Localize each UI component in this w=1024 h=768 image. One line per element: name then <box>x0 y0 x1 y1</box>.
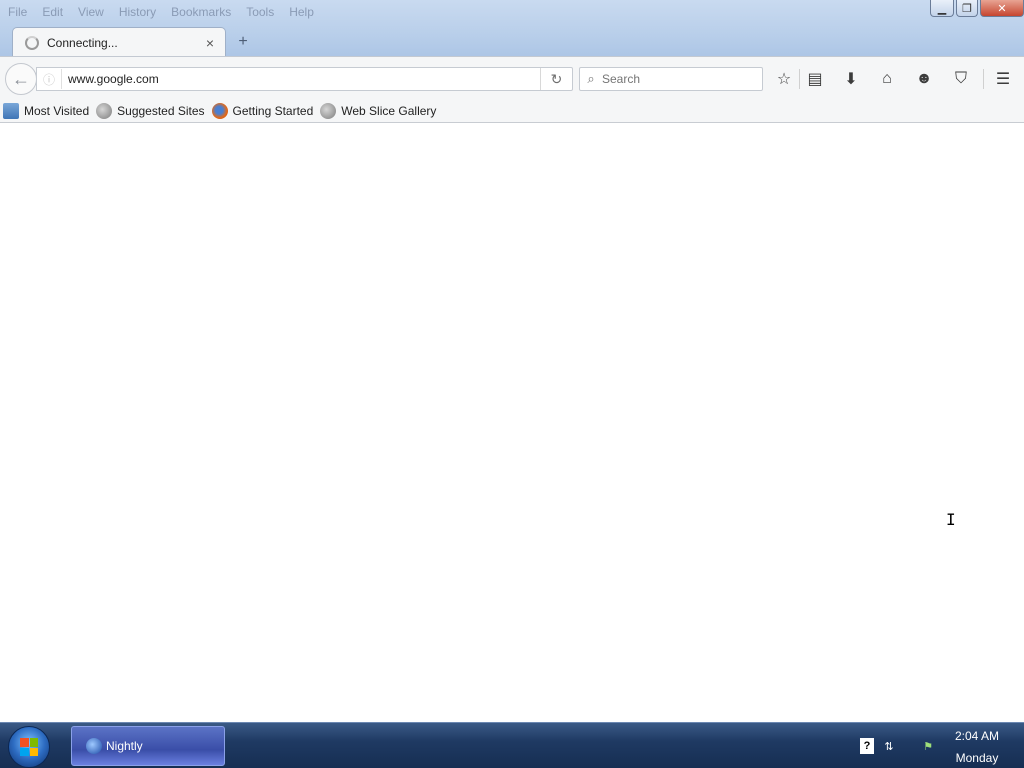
bookmark-label: Getting Started <box>232 103 314 118</box>
bookmarks-toolbar: Most Visited Suggested Sites Getting Sta… <box>0 99 1024 123</box>
network-icon[interactable]: ⇅ <box>882 738 896 754</box>
back-arrow-icon: ← <box>12 68 30 89</box>
tab-connecting[interactable]: Connecting... × <box>12 27 226 57</box>
start-button[interactable] <box>8 726 50 768</box>
smiley-icon[interactable]: ☻ <box>912 69 936 89</box>
tab-close-icon[interactable]: × <box>201 35 219 51</box>
pocket-icon[interactable]: ⛉ <box>949 69 973 89</box>
menu-bookmarks[interactable]: Bookmarks <box>163 3 238 21</box>
folder-icon <box>3 102 19 119</box>
new-tab-button[interactable]: + <box>234 33 252 51</box>
bookmark-most-visited[interactable]: Most Visited <box>3 102 90 119</box>
firefox-icon <box>211 102 228 119</box>
bookmark-label: Most Visited <box>24 103 90 118</box>
text-cursor-icon: I <box>946 510 956 529</box>
menu-edit[interactable]: Edit <box>34 3 70 21</box>
home-icon[interactable]: ⌂ <box>875 69 899 89</box>
page-content[interactable]: I <box>0 123 1024 722</box>
window-controls: ▁ ❐ ✕ <box>930 0 1024 17</box>
menu-tools[interactable]: Tools <box>238 3 281 21</box>
back-button[interactable]: ← <box>5 63 37 95</box>
tab-title: Connecting... <box>47 35 118 50</box>
menu-help[interactable]: Help <box>281 3 321 21</box>
menu-history[interactable]: History <box>111 3 163 21</box>
help-icon[interactable]: ? <box>860 738 874 754</box>
globe-icon <box>320 102 337 119</box>
bookmark-label: Suggested Sites <box>117 103 205 118</box>
globe-icon <box>96 102 113 119</box>
search-bar[interactable]: ⌕ <box>579 67 763 91</box>
title-bar: File Edit View History Bookmarks Tools H… <box>0 0 1024 57</box>
url-input[interactable] <box>61 69 540 89</box>
clock-day: Monday <box>955 751 999 765</box>
download-icon[interactable]: ⬇ <box>839 69 863 89</box>
menu-bar: File Edit View History Bookmarks Tools H… <box>0 3 321 21</box>
taskbar-item-label: Nightly <box>106 739 143 753</box>
maximize-button[interactable]: ❐ <box>956 0 978 17</box>
reading-list-icon[interactable]: ▤ <box>803 69 827 89</box>
reload-button[interactable]: ↻ <box>540 68 572 90</box>
bookmark-web-slice-gallery[interactable]: Web Slice Gallery <box>320 102 437 119</box>
reload-icon: ↻ <box>550 70 563 87</box>
bookmark-suggested-sites[interactable]: Suggested Sites <box>96 102 205 119</box>
system-clock[interactable]: 2:04 AM Monday <box>944 727 1010 765</box>
hamburger-menu-icon[interactable]: ☰ <box>991 69 1015 89</box>
search-input[interactable] <box>602 69 762 89</box>
minimize-button[interactable]: ▁ <box>930 0 954 17</box>
menu-file[interactable]: File <box>0 3 34 21</box>
menu-view[interactable]: View <box>70 3 111 21</box>
loading-spinner-icon <box>25 35 39 50</box>
star-icon[interactable]: ☆ <box>772 69 796 89</box>
taskbar-item-nightly[interactable]: Nightly <box>71 726 225 766</box>
windows-logo-icon <box>20 738 38 756</box>
taskbar: Nightly ? ⇅ ⚑ 2:04 AM Monday <box>0 722 1024 768</box>
clock-time: 2:04 AM <box>954 729 1000 743</box>
toolbar-divider <box>799 69 800 89</box>
toolbar-divider <box>983 69 984 89</box>
navigation-toolbar: ← ⓘ ↻ ⌕ ☆ ▤ ⬇ ⌂ ☻ ⛉ ☰ <box>0 56 1024 99</box>
close-window-button[interactable]: ✕ <box>980 0 1024 17</box>
bookmark-getting-started[interactable]: Getting Started <box>211 102 314 119</box>
nightly-app-icon <box>86 738 102 754</box>
site-info-icon[interactable]: ⓘ <box>37 71 61 88</box>
url-bar[interactable]: ⓘ ↻ <box>36 67 573 91</box>
search-icon[interactable]: ⌕ <box>580 71 602 87</box>
bookmark-label: Web Slice Gallery <box>341 103 437 118</box>
action-center-flag-icon[interactable]: ⚑ <box>921 738 935 754</box>
